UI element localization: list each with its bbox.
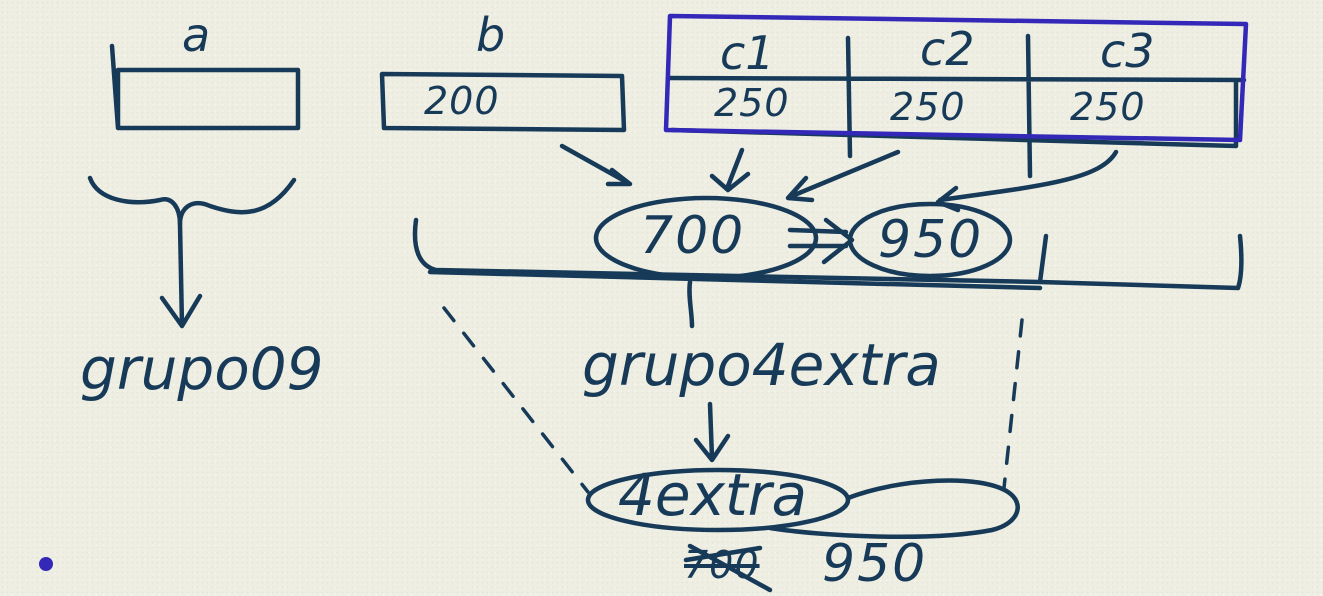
result-old-value: 700 — [684, 543, 760, 587]
var-c1-label: c1 — [720, 26, 775, 80]
implies-arrow — [787, 217, 855, 265]
cursor-dot — [39, 557, 53, 571]
result-ellipse-outer — [767, 478, 1020, 540]
arrow-b-to-sum — [559, 143, 633, 187]
dashed-left — [442, 306, 590, 494]
box-b — [379, 71, 627, 133]
grupo4extra-label: grupo4extra — [582, 331, 941, 399]
group-old-total: 700 — [640, 206, 746, 266]
result-label: 4extra — [618, 461, 808, 529]
var-c2-label: c2 — [920, 22, 975, 76]
arrow-to-result — [693, 401, 731, 463]
arrow-c1-to-sum — [709, 147, 751, 193]
var-c3-label: c3 — [1100, 24, 1155, 78]
grupo09-label: grupo09 — [80, 335, 324, 403]
arrow-to-grupo09 — [159, 221, 203, 329]
var-b-value: 200 — [424, 79, 500, 123]
var-c2-value: 250 — [890, 85, 966, 129]
result-new-value: 950 — [822, 534, 928, 594]
arrow-c3-to-sum — [935, 149, 1119, 213]
var-a-label: a — [182, 8, 211, 62]
brace-a — [87, 175, 297, 227]
arrow-c2-to-sum — [785, 149, 901, 203]
whiteboard-canvas: a b 200 c1 c2 c3 250 250 250 700 950 gru… — [0, 0, 1323, 596]
var-c3-value: 250 — [1070, 85, 1146, 129]
var-c1-value: 250 — [714, 81, 790, 125]
dashed-right — [1002, 318, 1024, 490]
group-new-total: 950 — [878, 210, 984, 270]
var-b-label: b — [476, 8, 506, 62]
